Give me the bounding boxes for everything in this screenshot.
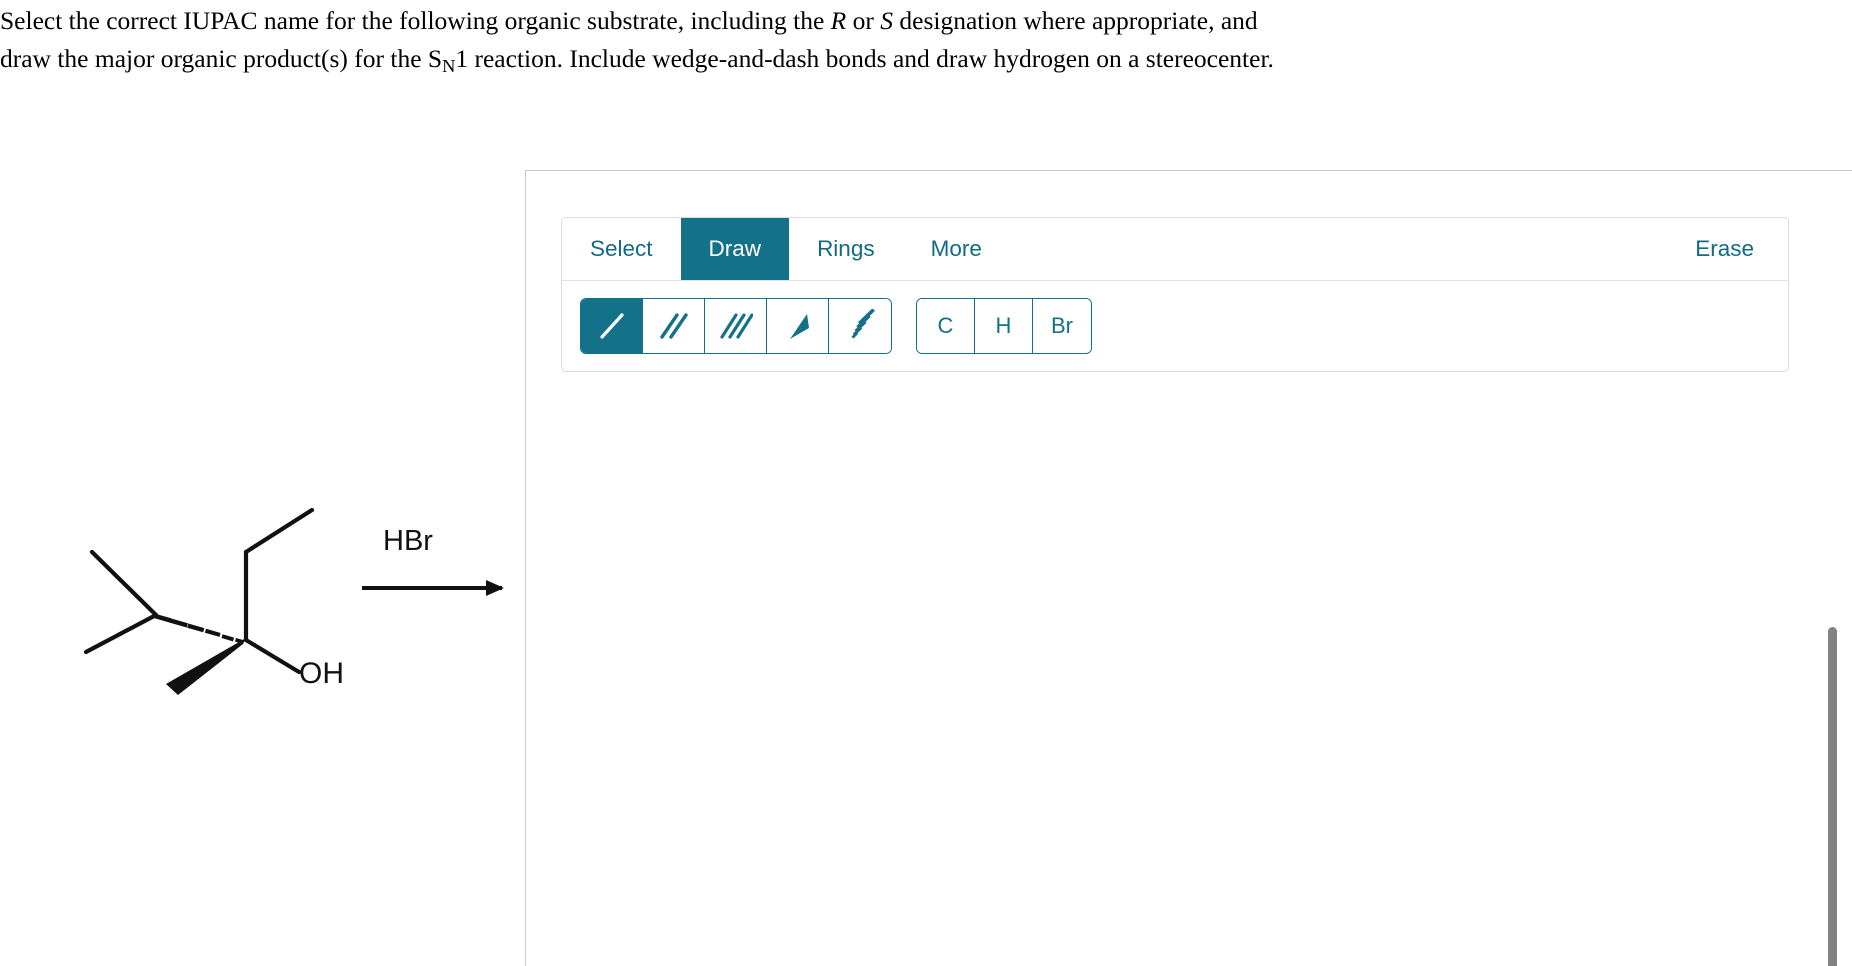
element-hydrogen-button[interactable]: H — [975, 299, 1033, 353]
editor-tool-row: C H Br — [562, 281, 1788, 371]
reaction-arrow — [362, 580, 504, 596]
bond-isopropyl-methyl-upper — [89, 549, 159, 618]
reagent-label-hbr: HBr — [383, 525, 433, 557]
double-bond-icon — [659, 313, 688, 339]
hash-bond-icon — [851, 309, 875, 339]
element-bromine-button[interactable]: Br — [1033, 299, 1091, 353]
question-line-1-part-c: designation where appropriate, and — [893, 6, 1258, 35]
stereodescriptor-R: R — [830, 6, 847, 35]
question-line-2-part-b: 1 reaction. Include wedge-and-dash bonds… — [455, 44, 1274, 73]
bond-tool-group — [580, 298, 892, 354]
element-tool-group: C H Br — [916, 298, 1092, 354]
molecule-drawing-canvas[interactable] — [561, 401, 1789, 941]
tab-more[interactable]: More — [903, 218, 1010, 280]
sn1-subscript: N — [442, 56, 456, 77]
substrate-structure-svg — [83, 507, 315, 695]
editor-tab-row: Select Draw Rings More Erase — [562, 218, 1788, 281]
molecule-editor-panel: Select Draw Rings More Erase C H Br — [525, 170, 1852, 966]
tab-rings[interactable]: Rings — [789, 218, 903, 280]
question-line-2-part-a: draw the major organic product(s) for th… — [0, 44, 443, 73]
hash-bond-tool[interactable] — [829, 299, 891, 353]
question-prompt: Select the correct IUPAC name for the fo… — [0, 2, 1580, 85]
single-bond-icon — [599, 313, 624, 339]
tab-select[interactable]: Select — [562, 218, 681, 280]
triple-bond-tool[interactable] — [705, 299, 767, 353]
wedge-bond-icon — [789, 314, 809, 339]
question-line-1-part-a: Select the correct IUPAC name for the fo… — [0, 6, 831, 35]
reaction-scheme: HBr OH — [50, 480, 520, 740]
tab-draw[interactable]: Draw — [680, 218, 790, 280]
erase-button[interactable]: Erase — [1661, 218, 1788, 280]
hydroxyl-label: OH — [299, 657, 344, 690]
stereodescriptor-S: S — [880, 6, 893, 35]
editor-toolbar-card: Select Draw Rings More Erase C H Br — [561, 217, 1789, 372]
element-carbon-button[interactable]: C — [917, 299, 975, 353]
question-line-1-part-b: or — [846, 6, 881, 35]
single-bond-tool[interactable] — [581, 299, 643, 353]
bond-ethyl-terminal — [243, 507, 315, 555]
hashed-bond-to-isopropyl — [151, 613, 243, 644]
tab-row-spacer — [1010, 218, 1661, 280]
editor-vertical-scrollbar[interactable] — [1828, 627, 1837, 966]
wedge-bond-to-methyl — [166, 638, 246, 695]
bond-isopropyl-methyl-lower — [83, 612, 159, 655]
double-bond-tool[interactable] — [643, 299, 705, 353]
bond-stereocenter-to-oh — [243, 637, 302, 675]
wedge-bond-tool[interactable] — [767, 299, 829, 353]
triple-bond-icon — [719, 313, 753, 339]
